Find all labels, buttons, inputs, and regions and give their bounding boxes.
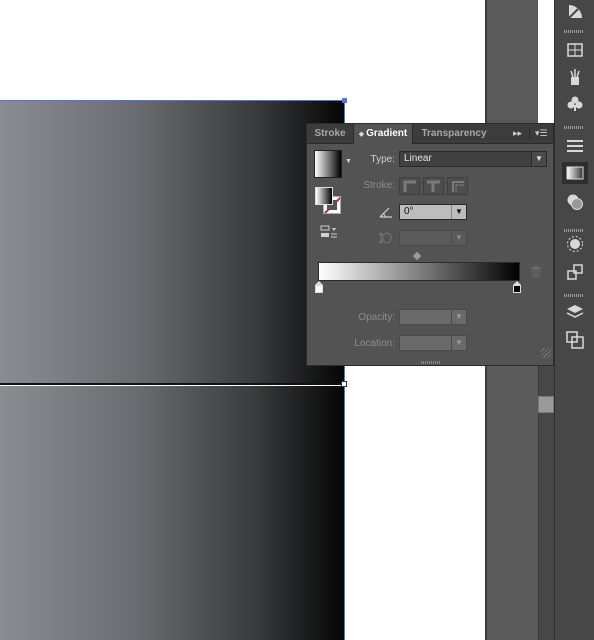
fill-swatch[interactable] (315, 187, 333, 205)
swatch-grid-icon[interactable] (562, 39, 588, 61)
anchor-point-handle[interactable] (341, 381, 347, 387)
angle-value[interactable]: 0° (404, 206, 414, 217)
brushes-icon[interactable] (562, 66, 588, 88)
gradient-stop-white[interactable] (315, 281, 323, 293)
gradient-rectangle-bottom[interactable] (0, 386, 345, 640)
appearance-icon[interactable] (562, 233, 588, 255)
scrollbar-thumb[interactable] (538, 396, 554, 413)
gradient-swatch-preview[interactable] (314, 150, 342, 178)
chevron-down-icon: ▼ (451, 310, 466, 324)
symbols-icon[interactable] (562, 0, 588, 22)
tab-gradient[interactable]: ◆ Gradient (353, 124, 413, 144)
tab-gradient-label: Gradient (366, 128, 408, 139)
double-right-arrow-icon[interactable]: ▸▸ (513, 124, 522, 143)
anchor-point-handle[interactable] (342, 98, 347, 103)
angle-icon (379, 206, 393, 221)
type-label: Type: (370, 154, 395, 165)
chevron-down-icon[interactable]: ▼ (531, 152, 546, 166)
selected-path-line[interactable] (0, 383, 345, 385)
artboards-icon[interactable] (562, 329, 588, 351)
tab-separator (529, 128, 530, 139)
opacity-label: Opacity: (358, 312, 395, 323)
tab-transparency[interactable]: Transparency (415, 124, 493, 143)
location-label: Location: (354, 338, 395, 349)
reverse-gradient-icon[interactable] (320, 225, 338, 242)
stroke-label: Stroke: (363, 180, 395, 191)
layers-icon[interactable] (562, 301, 588, 323)
gradient-midpoint-diamond[interactable] (412, 251, 422, 261)
gradient-stop-black[interactable] (513, 281, 521, 293)
clubs-symbol-icon[interactable] (562, 93, 588, 115)
delete-stop-trash-icon[interactable] (530, 265, 542, 281)
dock-grip[interactable] (564, 30, 584, 33)
tab-stroke[interactable]: Stroke (309, 124, 351, 143)
transparency-icon[interactable] (562, 191, 588, 213)
chevron-down-icon[interactable]: ▼ (345, 158, 352, 165)
dock-grip[interactable] (564, 229, 584, 232)
apply-gradient-along-stroke-button[interactable] (423, 177, 444, 195)
gradient-rectangle-top[interactable] (0, 100, 345, 384)
panel-footer-grip[interactable] (421, 361, 441, 364)
panel-resize-grip[interactable] (541, 348, 551, 358)
aspect-ratio-input: ▼ (399, 230, 467, 246)
apply-gradient-within-stroke-button[interactable] (399, 177, 420, 195)
apply-gradient-across-stroke-button[interactable] (447, 177, 468, 195)
gradient-slider-ramp[interactable] (318, 262, 520, 281)
type-dropdown[interactable]: Linear ▼ (399, 151, 547, 167)
chevron-down-icon: ▼ (451, 231, 466, 245)
aspect-ratio-icon (378, 231, 393, 248)
tab-sort-arrows-icon: ◆ (358, 131, 365, 138)
opacity-input: ▼ (399, 309, 467, 325)
panel-menu-icon[interactable]: ▾☰ (535, 124, 548, 143)
chevron-down-icon: ▼ (451, 336, 466, 350)
location-input: ▼ (399, 335, 467, 351)
gradient-panel: Stroke ◆ Gradient Transparency ▸▸ ▾☰ ▼ Ty… (306, 123, 554, 366)
dock-grip[interactable] (564, 126, 584, 129)
graphic-styles-icon[interactable] (562, 261, 588, 283)
dock-grip[interactable] (564, 294, 584, 297)
angle-input[interactable]: 0° ▼ (399, 204, 467, 220)
lines-stroke-icon[interactable] (562, 135, 588, 157)
panel-tab-bar: Stroke ◆ Gradient Transparency ▸▸ ▾☰ (307, 124, 553, 144)
type-value: Linear (404, 153, 432, 164)
chevron-down-icon[interactable]: ▼ (451, 205, 466, 219)
gradient-icon[interactable] (562, 162, 588, 184)
